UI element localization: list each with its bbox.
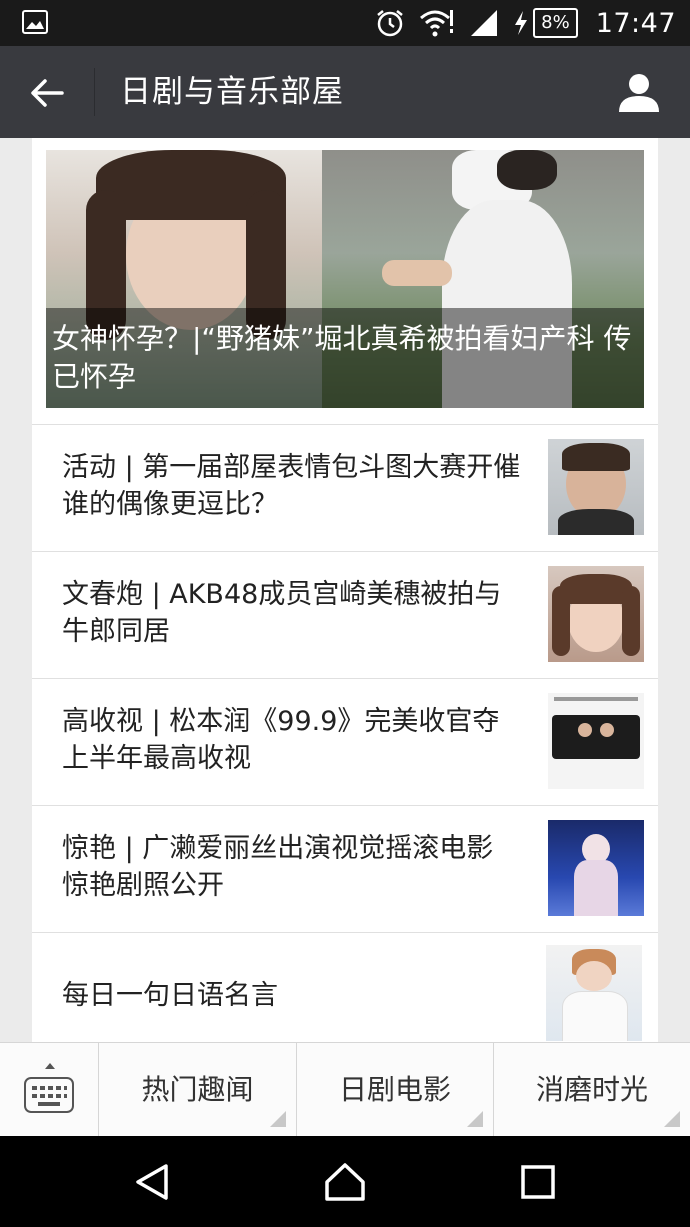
- image-icon: [22, 10, 48, 34]
- bottom-menu: 热门趣闻 日剧电影 消磨时光: [0, 1042, 690, 1137]
- back-arrow-icon: [31, 79, 64, 107]
- submenu-corner-icon: [467, 1111, 483, 1127]
- article-headline: 高收视 | 松本润《99.9》完美收官夺上半年最高收视: [62, 706, 500, 774]
- list-item[interactable]: 每日一句日语名言: [32, 932, 658, 1042]
- back-nav-icon[interactable]: [130, 1160, 174, 1204]
- cover-article[interactable]: 女神怀孕？|“野猪妹”堀北真希被拍看妇产科 传已怀孕: [46, 150, 644, 408]
- profile-icon: [619, 74, 659, 112]
- article-headline: 每日一句日语名言: [62, 980, 278, 1011]
- clock: 17:47: [595, 7, 676, 39]
- article-thumbnail: [548, 439, 644, 535]
- article-headline: 文春炮 | AKB48成员宫崎美穗被拍与牛郎同居: [62, 579, 502, 647]
- list-item[interactable]: 高收视 | 松本润《99.9》完美收官夺上半年最高收视: [32, 678, 658, 805]
- list-item[interactable]: 惊艳 | 广濑爱丽丝出演视觉摇滚电影 惊艳剧照公开: [32, 805, 658, 932]
- submenu-corner-icon: [664, 1111, 680, 1127]
- keyboard-icon: [24, 1077, 74, 1113]
- article-thumbnail: [548, 693, 644, 789]
- battery-indicator: 8%: [513, 8, 578, 38]
- article-thumbnail: [548, 566, 644, 662]
- alarm-icon: [377, 10, 403, 37]
- signal-icon: [471, 10, 498, 36]
- list-item[interactable]: 文春炮 | AKB48成员宫崎美穗被拍与牛郎同居: [32, 551, 658, 678]
- wifi-icon: [420, 10, 454, 37]
- recents-nav-icon[interactable]: [516, 1160, 560, 1204]
- battery-icon: 8%: [533, 8, 578, 38]
- home-nav-icon[interactable]: [323, 1160, 367, 1204]
- expand-up-icon: [45, 1063, 55, 1069]
- article-thumbnail: [548, 820, 644, 916]
- profile-button[interactable]: [616, 70, 662, 116]
- article-thumbnail: [546, 945, 642, 1041]
- menu-item-label: 日剧电影: [338, 1073, 451, 1106]
- battery-level: 8%: [541, 12, 570, 33]
- title-bar: 日剧与音乐部屋: [0, 46, 690, 138]
- list-item[interactable]: 活动 | 第一届部屋表情包斗图大赛开催 谁的偶像更逗比？: [32, 424, 658, 551]
- article-list: 女神怀孕？|“野猪妹”堀北真希被拍看妇产科 传已怀孕 活动 | 第一届部屋表情包…: [32, 138, 658, 1042]
- submenu-corner-icon: [270, 1111, 286, 1127]
- menu-item-pastime[interactable]: 消磨时光: [494, 1043, 690, 1137]
- menu-item-drama-movies[interactable]: 日剧电影: [297, 1043, 494, 1137]
- status-bar: 8% 17:47: [0, 0, 690, 46]
- title-divider: [94, 68, 95, 116]
- article-headline: 惊艳 | 广濑爱丽丝出演视觉摇滚电影 惊艳剧照公开: [62, 833, 494, 901]
- menu-item-hot-news[interactable]: 热门趣闻: [99, 1043, 297, 1137]
- back-button[interactable]: [24, 70, 70, 116]
- page-title: 日剧与音乐部屋: [120, 74, 344, 110]
- charging-icon: [515, 11, 528, 35]
- system-nav-bar: [0, 1136, 690, 1227]
- menu-item-label: 消磨时光: [535, 1073, 648, 1106]
- keyboard-toggle-button[interactable]: [0, 1043, 99, 1137]
- status-right: 8% 17:47: [375, 0, 676, 46]
- article-headline: 活动 | 第一届部屋表情包斗图大赛开催 谁的偶像更逗比？: [62, 452, 521, 520]
- cover-headline: 女神怀孕？|“野猪妹”堀北真希被拍看妇产科 传已怀孕: [52, 322, 632, 393]
- menu-item-label: 热门趣闻: [141, 1073, 254, 1106]
